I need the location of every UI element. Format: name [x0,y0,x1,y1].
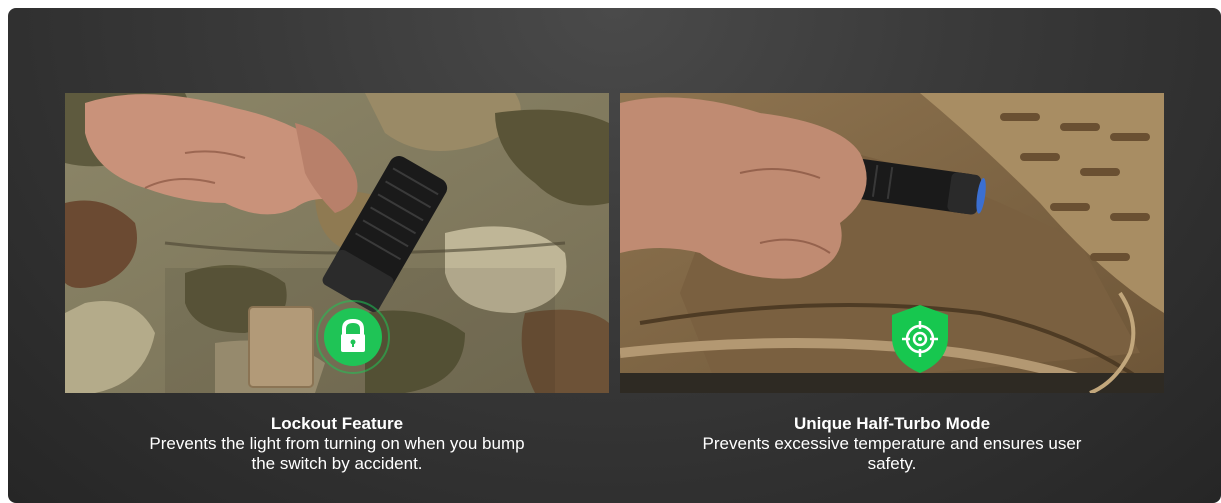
shield-badge [888,303,952,375]
feature-description: Prevents excessive temperature and ensur… [702,434,1082,473]
lock-badge [315,299,391,375]
feature-panel: Lockout Feature Prevents the light from … [8,8,1221,503]
feature-title: Lockout Feature [270,414,404,433]
half-turbo-photo [620,93,1164,393]
lockout-feature-caption: Lockout Feature Prevents the light from … [65,414,609,474]
lockout-feature-photo [65,93,609,393]
half-turbo-caption: Unique Half-Turbo Mode Prevents excessiv… [620,414,1164,474]
feature-description: Prevents the light from turning on when … [149,434,525,473]
feature-title: Unique Half-Turbo Mode [793,414,991,433]
lock-icon [316,300,390,374]
shield-target-icon [892,305,948,373]
